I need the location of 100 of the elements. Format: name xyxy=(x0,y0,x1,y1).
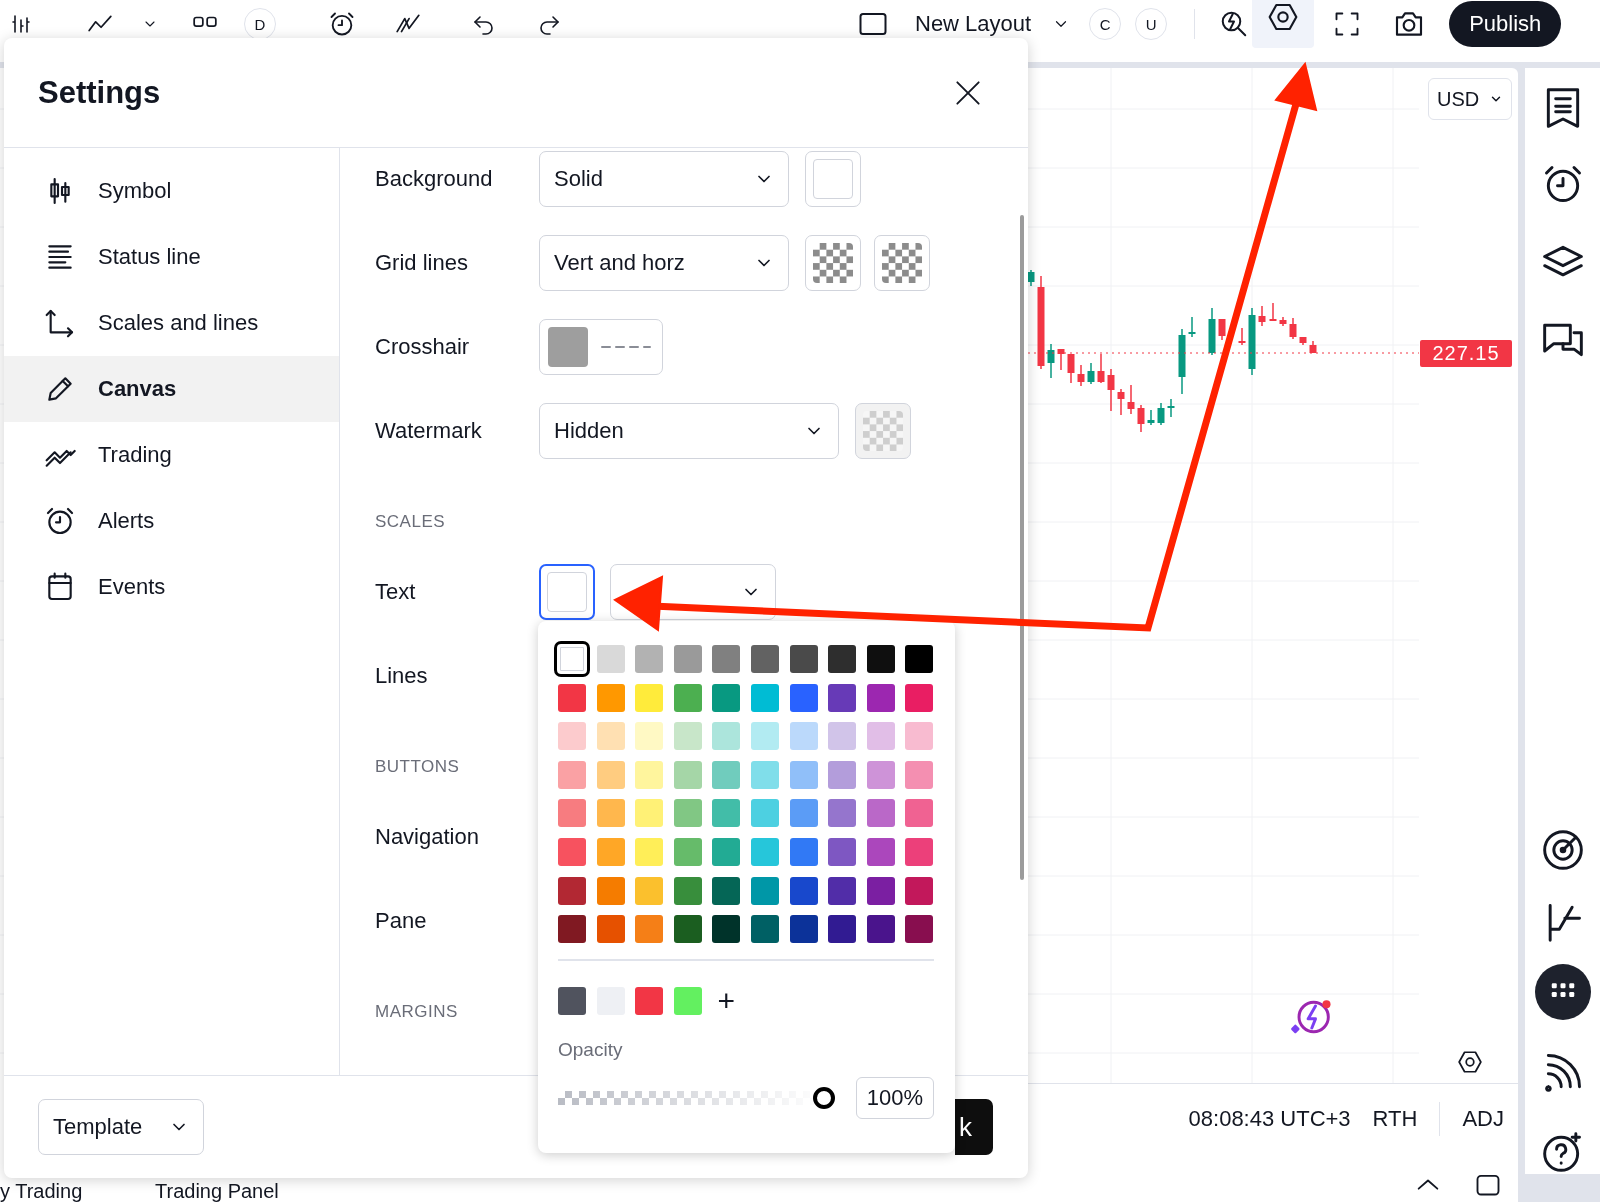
color-swatch[interactable] xyxy=(828,837,857,866)
adjustment-button[interactable]: ADJ xyxy=(1462,1106,1504,1132)
color-swatch[interactable] xyxy=(554,641,590,677)
color-swatch[interactable] xyxy=(596,760,625,789)
color-swatch[interactable] xyxy=(750,683,779,712)
color-swatch[interactable] xyxy=(828,722,857,751)
select-field[interactable]: Solid xyxy=(539,151,789,207)
color-swatch[interactable] xyxy=(673,760,702,789)
color-swatch[interactable] xyxy=(635,760,664,789)
color-swatch[interactable] xyxy=(828,799,857,828)
nav-item[interactable]: Trading xyxy=(4,422,339,488)
color-swatch[interactable] xyxy=(789,876,818,905)
color-swatch[interactable] xyxy=(558,683,586,712)
color-swatch[interactable] xyxy=(596,876,625,905)
color-swatch[interactable] xyxy=(712,876,741,905)
color-swatch[interactable] xyxy=(828,760,857,789)
color-swatch[interactable] xyxy=(750,915,779,944)
color-swatch[interactable] xyxy=(558,722,586,751)
opacity-field[interactable]: 100% xyxy=(856,1077,934,1120)
color-swatch[interactable] xyxy=(905,837,934,866)
color-swatch[interactable] xyxy=(905,645,934,673)
color-swatch[interactable] xyxy=(750,722,779,751)
color-swatch[interactable] xyxy=(828,876,857,905)
color-swatch[interactable] xyxy=(789,645,818,673)
color-swatch[interactable] xyxy=(558,837,586,866)
select-field[interactable]: Vert and horz xyxy=(539,235,789,291)
color-swatch[interactable] xyxy=(789,722,818,751)
color-swatch[interactable] xyxy=(712,683,741,712)
color-swatch[interactable] xyxy=(712,645,741,673)
color-swatch[interactable] xyxy=(866,915,895,944)
color-swatch[interactable] xyxy=(635,799,664,828)
color-swatch[interactable] xyxy=(673,987,702,1016)
panel-tab[interactable]: Trading Panel xyxy=(155,1180,279,1202)
settings-icon[interactable] xyxy=(1457,1049,1483,1075)
color-swatch[interactable] xyxy=(635,683,664,712)
color-swatch[interactable] xyxy=(789,837,818,866)
nav-item[interactable]: Events xyxy=(4,554,339,620)
color-swatch[interactable] xyxy=(596,915,625,944)
color-swatch[interactable] xyxy=(866,837,895,866)
color-swatch[interactable] xyxy=(828,915,857,944)
color-swatch[interactable] xyxy=(712,799,741,828)
color-swatch[interactable] xyxy=(866,876,895,905)
color-swatch[interactable] xyxy=(673,799,702,828)
color-swatch[interactable] xyxy=(635,722,664,751)
settings-button[interactable] xyxy=(1252,0,1315,48)
color-swatch[interactable] xyxy=(635,915,664,944)
color-swatch[interactable] xyxy=(673,837,702,866)
color-swatch[interactable] xyxy=(905,722,934,751)
color-swatch[interactable] xyxy=(558,760,586,789)
color-swatch[interactable] xyxy=(558,799,586,828)
color-swatch[interactable] xyxy=(596,645,625,673)
panel-tab[interactable]: y Trading xyxy=(0,1180,83,1202)
scrollbar[interactable] xyxy=(1020,215,1024,880)
color-swatch[interactable] xyxy=(828,645,857,673)
color-swatch[interactable] xyxy=(750,837,779,866)
color-swatch[interactable] xyxy=(866,645,895,673)
color-swatch[interactable] xyxy=(673,722,702,751)
color-swatch[interactable] xyxy=(712,722,741,751)
target-icon[interactable] xyxy=(1540,828,1585,872)
color-swatch[interactable] xyxy=(789,760,818,789)
color-swatch[interactable] xyxy=(905,760,934,789)
color-swatch[interactable] xyxy=(866,799,895,828)
color-swatch[interactable] xyxy=(548,327,588,367)
color-swatch[interactable] xyxy=(673,683,702,712)
color-swatch[interactable] xyxy=(712,837,741,866)
color-swatch[interactable] xyxy=(558,987,586,1016)
color-swatch[interactable] xyxy=(596,799,625,828)
clock-time[interactable]: 08:08:43 UTC+3 xyxy=(1188,1106,1351,1132)
publish-button[interactable]: Publish xyxy=(1449,1,1562,47)
color-swatch[interactable] xyxy=(596,722,625,751)
color-swatch[interactable] xyxy=(712,760,741,789)
color-swatch[interactable] xyxy=(673,876,702,905)
color-swatch[interactable] xyxy=(635,837,664,866)
color-swatch[interactable] xyxy=(750,876,779,905)
color-swatch[interactable] xyxy=(596,683,625,712)
color-swatch[interactable] xyxy=(750,645,779,673)
color-swatch[interactable] xyxy=(750,760,779,789)
color-swatch[interactable] xyxy=(828,683,857,712)
slider-thumb[interactable] xyxy=(813,1087,835,1110)
nav-item[interactable]: Symbol xyxy=(4,158,339,224)
color-swatch[interactable] xyxy=(866,760,895,789)
color-swatch[interactable] xyxy=(712,915,741,944)
template-select[interactable]: Template xyxy=(38,1099,204,1155)
color-swatch[interactable] xyxy=(673,915,702,944)
nav-item[interactable]: Alerts xyxy=(4,488,339,554)
color-swatch[interactable] xyxy=(789,915,818,944)
ok-button[interactable]: k xyxy=(955,1099,993,1155)
color-swatch[interactable] xyxy=(789,683,818,712)
nav-item[interactable]: Status line xyxy=(4,224,339,290)
color-swatch[interactable] xyxy=(673,645,702,673)
color-swatch[interactable] xyxy=(558,915,586,944)
color-swatch[interactable] xyxy=(558,876,586,905)
color-swatch[interactable] xyxy=(866,722,895,751)
layout-name[interactable]: New Layout xyxy=(915,11,1032,37)
color-swatch[interactable] xyxy=(635,645,664,673)
color-swatch[interactable] xyxy=(905,876,934,905)
add-color-button[interactable]: + xyxy=(712,987,741,1016)
color-swatch[interactable] xyxy=(789,799,818,828)
nav-item[interactable]: Scales and lines xyxy=(4,290,339,356)
color-swatch[interactable] xyxy=(596,837,625,866)
